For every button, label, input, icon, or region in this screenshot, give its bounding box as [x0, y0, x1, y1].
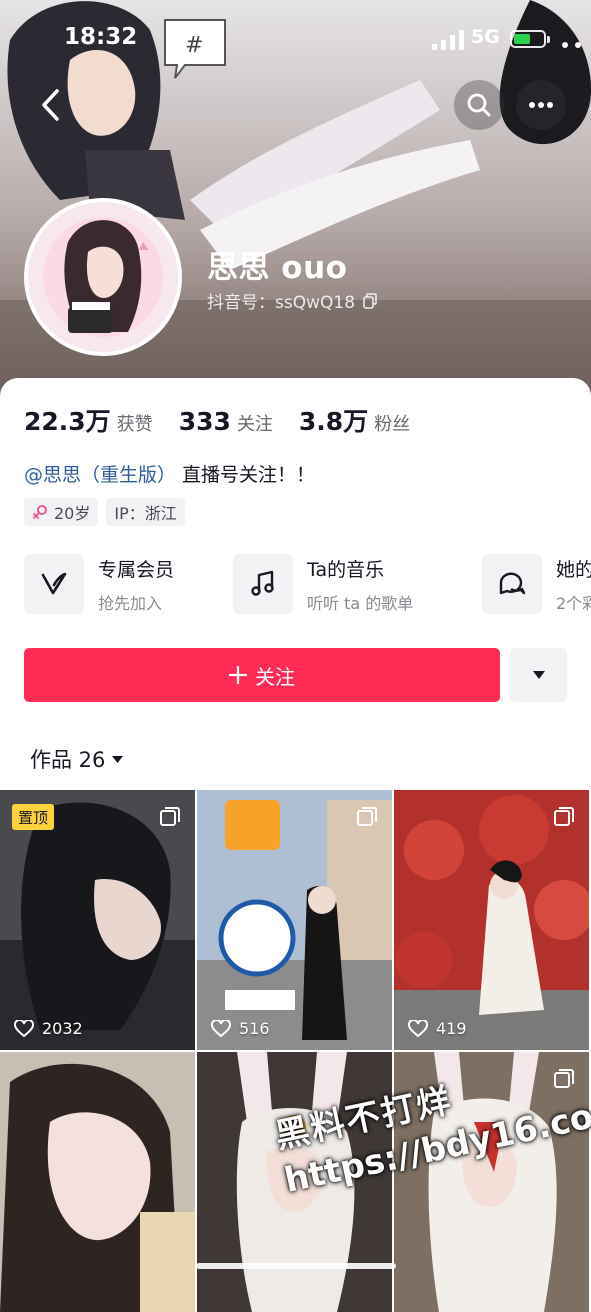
- profile-name: 思思 ouo: [207, 250, 348, 286]
- bio-text: 直播号关注！！: [176, 464, 316, 486]
- video-tile[interactable]: 置顶 2032: [0, 790, 195, 1050]
- like-count-text: 2032: [42, 1019, 83, 1038]
- like-count-text: 516: [239, 1019, 270, 1038]
- multi-image-icon: [554, 807, 574, 826]
- bio-mention-link[interactable]: @思思（重生版）: [24, 464, 176, 486]
- status-bar: 18:32 5G: [0, 0, 591, 70]
- fans-count: 3.8万: [298, 407, 369, 436]
- back-button[interactable]: [26, 80, 76, 130]
- like-count: 2032: [14, 1019, 83, 1038]
- feature-title: 专属会员: [98, 558, 175, 581]
- video-thumbnail: [394, 790, 589, 1050]
- feature-music[interactable]: Ta的音乐 听听 ta 的歌单: [233, 554, 413, 614]
- triangle-down-icon: [532, 671, 545, 679]
- chat-bubble-icon: [482, 554, 542, 614]
- heart-icon: [14, 1019, 34, 1037]
- follow-button[interactable]: 关注: [24, 648, 500, 702]
- like-count: 516: [211, 1019, 270, 1038]
- status-time: 18:32: [64, 24, 138, 50]
- stat-following[interactable]: 333 关注: [179, 407, 273, 436]
- home-indicator[interactable]: [196, 1263, 396, 1269]
- feature-subtitle: 抢先加入: [98, 593, 163, 613]
- more-button[interactable]: [516, 80, 566, 130]
- works-label: 作品 26: [30, 748, 106, 772]
- heart-icon: [211, 1019, 231, 1037]
- feature-subtitle: 2个彩: [556, 593, 591, 613]
- avatar-image: [28, 202, 178, 352]
- following-count: 333: [178, 407, 231, 436]
- video-thumbnail: [0, 1052, 195, 1312]
- video-tile[interactable]: 419: [394, 790, 589, 1050]
- feature-group[interactable]: 她的 2个彩: [482, 554, 591, 614]
- stat-fans[interactable]: 3.8万 粉丝: [299, 402, 410, 438]
- music-note-icon: [233, 554, 293, 614]
- video-tile[interactable]: [0, 1052, 195, 1312]
- video-thumbnail: [197, 790, 392, 1050]
- triangle-down-icon: [112, 755, 124, 763]
- battery-icon: [510, 30, 550, 48]
- like-count: 419: [408, 1019, 467, 1038]
- follow-label: 关注: [255, 664, 295, 689]
- age-tag: 20岁: [24, 498, 99, 526]
- plus-icon: [229, 666, 247, 684]
- like-count-text: 419: [436, 1019, 467, 1038]
- feature-title: 她的: [556, 558, 591, 581]
- ip-text: IP：浙江: [114, 504, 177, 523]
- stats-row: 22.3万 获赞 333 关注 3.8万 粉丝: [24, 402, 436, 438]
- tag-row: 20岁 IP：浙江: [24, 498, 185, 526]
- fans-label: 粉丝: [374, 414, 411, 435]
- stat-likes[interactable]: 22.3万 获赞: [24, 402, 153, 438]
- search-icon: [467, 93, 491, 117]
- pinned-badge: 置顶: [12, 804, 55, 830]
- more-dots-icon: [529, 102, 553, 108]
- ip-tag: IP：浙江: [106, 498, 185, 526]
- avatar[interactable]: [24, 198, 182, 356]
- recommend-dropdown-button[interactable]: [510, 648, 567, 702]
- female-icon: [33, 505, 47, 519]
- search-button[interactable]: [454, 80, 504, 130]
- douyin-id: 抖音号：ssQwQ18: [207, 293, 356, 313]
- feature-vip[interactable]: 专属会员 抢先加入: [24, 554, 174, 614]
- following-label: 关注: [236, 414, 273, 435]
- likes-count: 22.3万: [24, 407, 111, 436]
- multi-image-icon: [160, 807, 180, 826]
- feature-title: Ta的音乐: [307, 558, 385, 581]
- douyin-id-row[interactable]: 抖音号：ssQwQ18: [207, 288, 377, 313]
- heart-icon: [408, 1019, 428, 1037]
- feature-row: 专属会员 抢先加入 Ta的音乐 听听 ta 的歌单 她的 2个彩: [24, 554, 591, 618]
- vip-v-icon: [24, 554, 84, 614]
- feature-subtitle: 听听 ta 的歌单: [307, 593, 414, 613]
- video-tile[interactable]: 516: [197, 790, 392, 1050]
- chevron-left-icon: [42, 89, 59, 121]
- bio: @思思（重生版） 直播号关注！！: [24, 460, 315, 487]
- copy-icon[interactable]: [363, 292, 377, 309]
- likes-label: 获赞: [116, 414, 153, 435]
- network-type: 5G: [471, 26, 500, 48]
- tab-works[interactable]: 作品 26: [30, 744, 124, 774]
- age-text: 20岁: [54, 504, 91, 523]
- signal-icon: [432, 30, 464, 50]
- multi-image-icon: [357, 807, 377, 826]
